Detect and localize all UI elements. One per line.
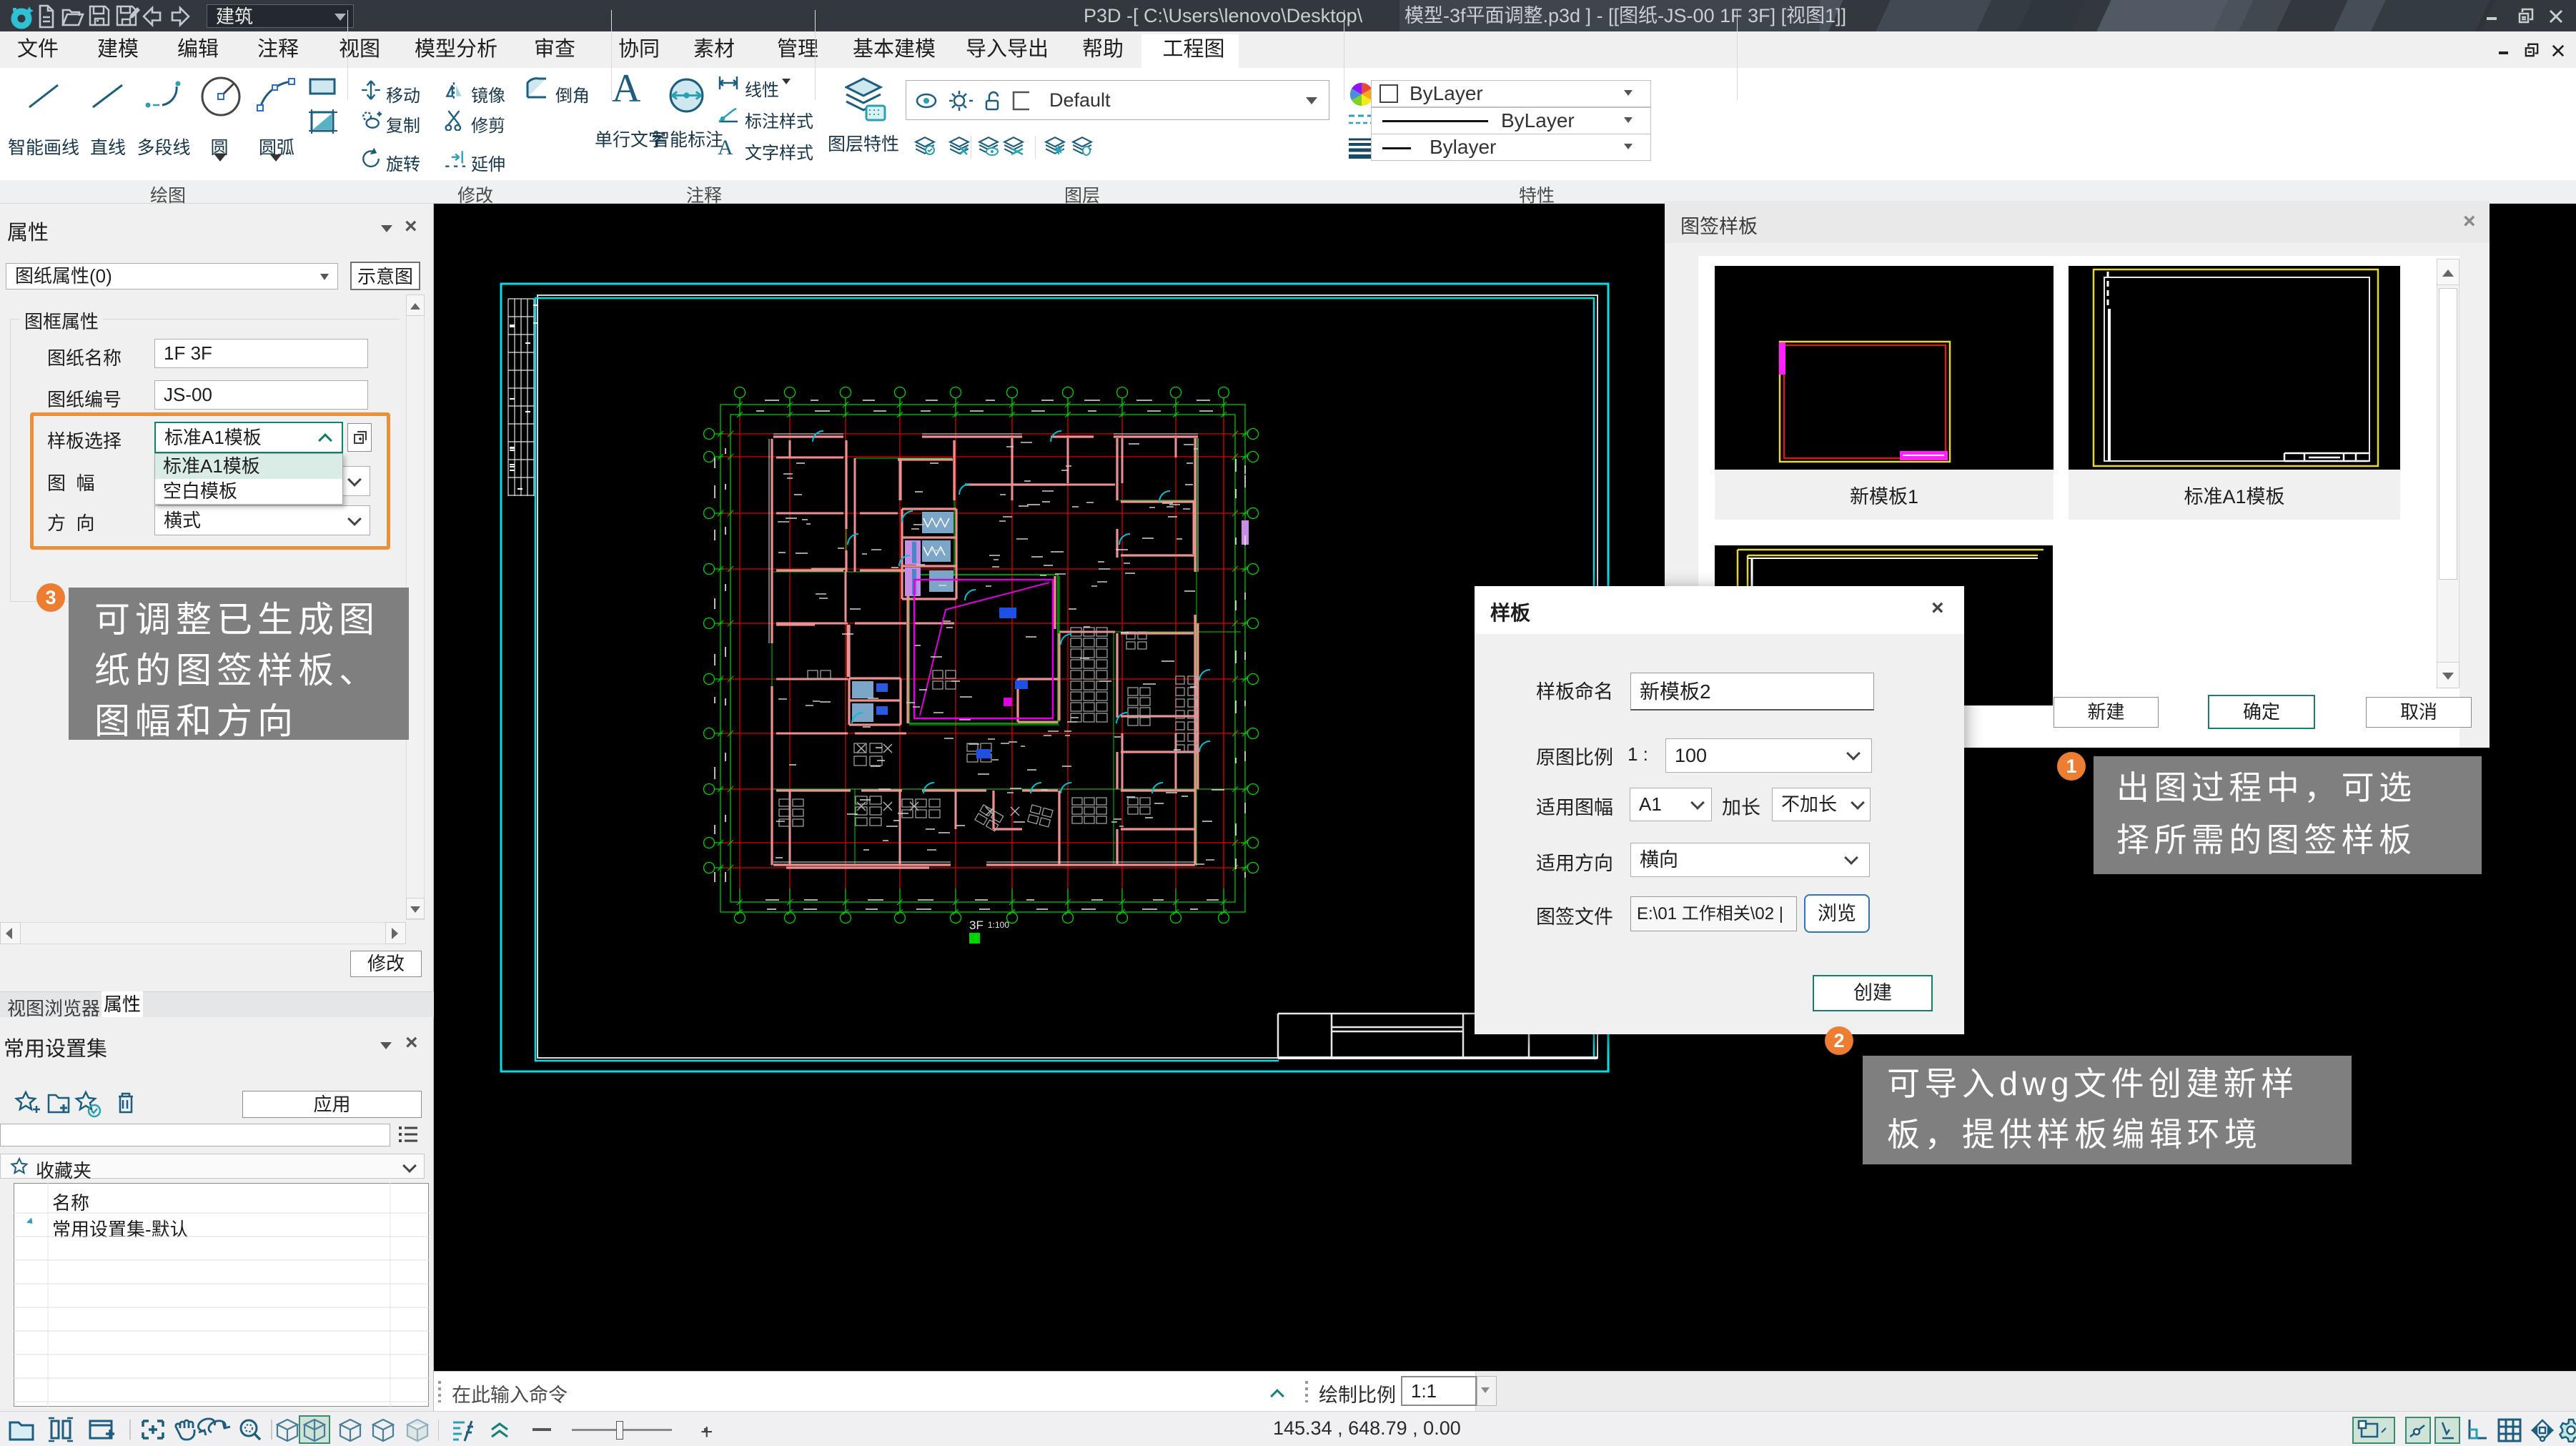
svg-text:3F: 3F — [969, 918, 984, 932]
svg-text:1:100: 1:100 — [988, 920, 1009, 930]
